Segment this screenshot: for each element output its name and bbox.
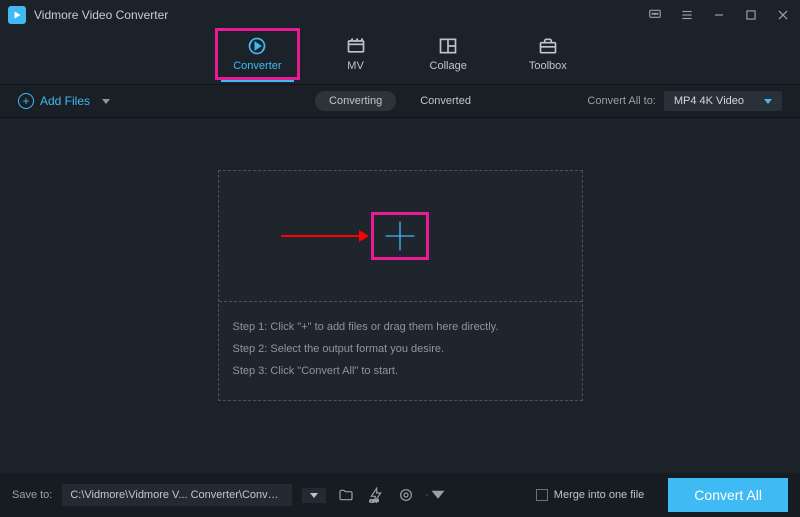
- feedback-icon[interactable]: [646, 6, 664, 24]
- chevron-down-icon: [430, 486, 446, 505]
- step-text: Step 1: Click "+" to add files or drag t…: [233, 316, 568, 338]
- tab-label: Converter: [233, 60, 281, 72]
- add-files-label: Add Files: [40, 94, 90, 108]
- converting-tab[interactable]: Converting: [315, 91, 396, 111]
- output-path-dropdown[interactable]: [302, 488, 326, 503]
- step-text: Step 3: Click "Convert All" to start.: [233, 360, 568, 382]
- converter-icon: [245, 36, 269, 56]
- window-controls: [646, 6, 792, 24]
- drop-zone[interactable]: Step 1: Click "+" to add files or drag t…: [218, 170, 583, 401]
- instruction-steps: Step 1: Click "+" to add files or drag t…: [219, 302, 582, 400]
- svg-text:OFF: OFF: [370, 498, 379, 503]
- convert-all-to: Convert All to: MP4 4K Video: [587, 91, 782, 111]
- save-to-label: Save to:: [12, 489, 52, 501]
- step-text: Step 2: Select the output format you des…: [233, 338, 568, 360]
- add-files-button[interactable]: + Add Files: [18, 93, 110, 109]
- chevron-down-icon: [102, 99, 110, 104]
- hardware-accel-icon[interactable]: OFF: [366, 485, 386, 505]
- tab-label: Collage: [430, 60, 467, 72]
- output-format-dropdown[interactable]: MP4 4K Video: [664, 91, 782, 111]
- tab-mv[interactable]: MV: [338, 34, 374, 74]
- checkbox-icon: [536, 489, 548, 501]
- high-speed-icon[interactable]: [396, 485, 416, 505]
- collage-icon: [436, 36, 460, 56]
- merge-label: Merge into one file: [554, 489, 645, 501]
- tab-label: MV: [347, 60, 364, 72]
- format-selected-label: MP4 4K Video: [674, 95, 744, 107]
- subbar: + Add Files Converting Converted Convert…: [0, 84, 800, 118]
- titlebar: Vidmore Video Converter: [0, 0, 800, 30]
- app-logo-icon: [8, 6, 26, 24]
- app-title: Vidmore Video Converter: [34, 8, 168, 22]
- main-area: Step 1: Click "+" to add files or drag t…: [0, 118, 800, 453]
- close-icon[interactable]: [774, 6, 792, 24]
- output-path-field[interactable]: C:\Vidmore\Vidmore V... Converter\Conver…: [62, 484, 292, 506]
- convert-all-to-label: Convert All to:: [587, 95, 655, 107]
- plus-icon: [382, 218, 418, 254]
- minimize-icon[interactable]: [710, 6, 728, 24]
- menu-icon[interactable]: [678, 6, 696, 24]
- mv-icon: [344, 36, 368, 56]
- tab-collage[interactable]: Collage: [424, 34, 473, 74]
- maximize-icon[interactable]: [742, 6, 760, 24]
- chevron-down-icon: [764, 99, 772, 104]
- status-segment: Converting Converted: [315, 91, 485, 111]
- bottom-bar: Save to: C:\Vidmore\Vidmore V... Convert…: [0, 473, 800, 517]
- annotation-arrow: [281, 235, 361, 237]
- settings-icon[interactable]: [426, 485, 446, 505]
- converted-tab[interactable]: Converted: [406, 91, 485, 111]
- toolbox-icon: [536, 36, 560, 56]
- tab-converter[interactable]: Converter: [227, 34, 287, 74]
- chevron-down-icon: [310, 493, 318, 498]
- main-tabs: Converter MV Collage Toolbox: [0, 30, 800, 84]
- tab-label: Toolbox: [529, 60, 567, 72]
- tab-toolbox[interactable]: Toolbox: [523, 34, 573, 74]
- merge-checkbox[interactable]: Merge into one file: [536, 489, 645, 501]
- drop-zone-top: [219, 171, 582, 301]
- plus-circle-icon: +: [18, 93, 34, 109]
- convert-all-button[interactable]: Convert All: [668, 478, 788, 512]
- add-files-plus-button[interactable]: [371, 212, 429, 260]
- open-folder-icon[interactable]: [336, 485, 356, 505]
